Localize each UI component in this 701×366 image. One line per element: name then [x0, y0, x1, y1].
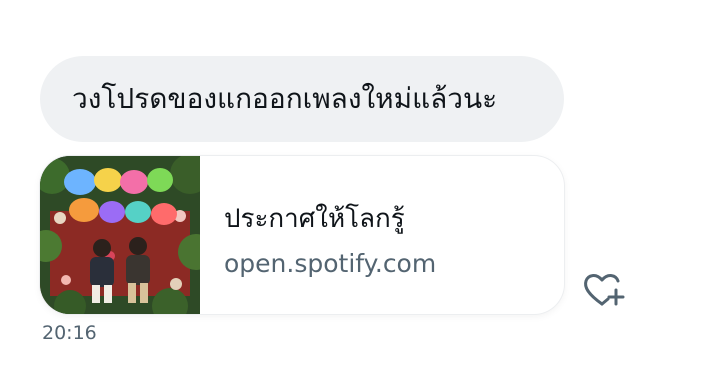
message-text: วงโปรดของแกออกเพลงใหม่แล้วนะ	[72, 82, 498, 115]
link-preview-card[interactable]: ประกาศให้โลกรู้ open.spotify.com	[40, 156, 564, 314]
heart-plus-icon[interactable]	[582, 270, 628, 310]
link-preview-text: ประกาศให้โลกรู้ open.spotify.com	[200, 156, 436, 314]
link-title[interactable]: ประกาศให้โลกรู้	[224, 198, 436, 239]
message-bubble[interactable]: วงโปรดของแกออกเพลงใหม่แล้วนะ	[40, 56, 564, 142]
link-domain: open.spotify.com	[224, 249, 437, 278]
album-cover-image	[40, 156, 200, 314]
message-timestamp: 20:16	[42, 322, 97, 344]
